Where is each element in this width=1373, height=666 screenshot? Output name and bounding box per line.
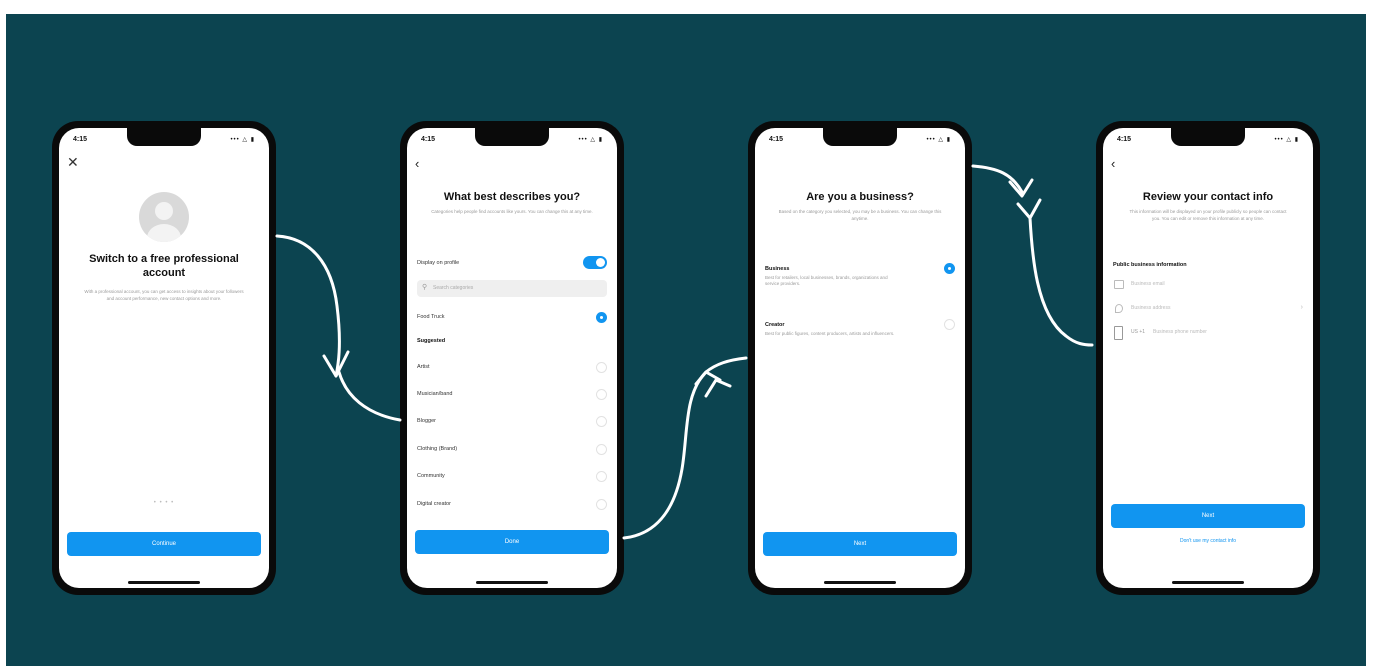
flow-arrow-1-tail bbox=[337, 370, 402, 422]
flow-arrows bbox=[275, 164, 1094, 540]
flow-arrow-1 bbox=[275, 234, 341, 378]
background-panel: 4:15 ••• △ ▮ ✕ Switch to a free professi… bbox=[6, 14, 1366, 666]
flow-arrow-2-head2 bbox=[704, 378, 732, 398]
flow-arrow-3-tail bbox=[1028, 216, 1094, 347]
flow-arrow-3-head2 bbox=[1016, 198, 1042, 220]
